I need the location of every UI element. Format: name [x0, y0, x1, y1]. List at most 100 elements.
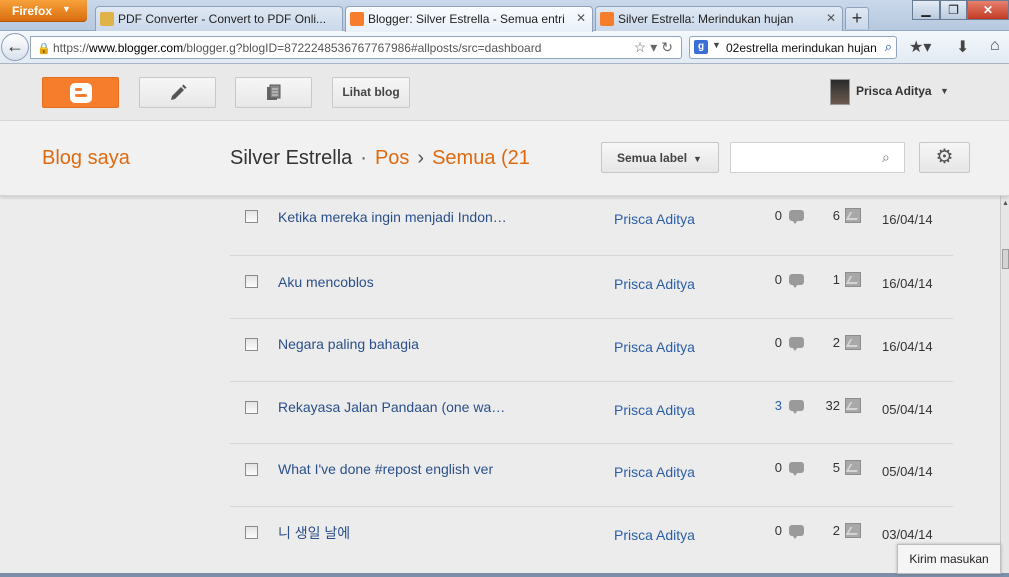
close-window-button[interactable]: ✕	[967, 0, 1009, 20]
close-tab-icon[interactable]: ✕	[826, 11, 836, 25]
blogger-favicon-icon	[350, 12, 364, 26]
comment-count: 0	[774, 208, 782, 223]
comment-count-link[interactable]: 3	[768, 398, 782, 413]
bookmark-star-icon[interactable]: ☆▾↻	[634, 39, 677, 56]
search-icon[interactable]: ⌕	[882, 149, 890, 166]
stats-icon	[845, 398, 861, 413]
arrow-left-icon: ←	[6, 36, 24, 56]
breadcrumb-all-posts: Semua (21	[432, 147, 530, 169]
comment-icon	[789, 462, 804, 476]
google-search-engine-icon[interactable]: g	[694, 40, 708, 54]
chevron-down-icon[interactable]: ▼	[712, 40, 721, 50]
view-count: 6	[832, 208, 840, 223]
comment-icon	[789, 525, 804, 539]
row-checkbox[interactable]	[245, 526, 258, 539]
document-favicon-icon	[100, 12, 114, 26]
post-author-link[interactable]: Prisca Aditya	[614, 402, 695, 418]
browser-search-field[interactable]: g ▼ 02estrella merindukan hujan ⌕	[689, 36, 897, 59]
label-filter-dropdown[interactable]: Semua label ▼	[601, 142, 719, 173]
documents-icon	[266, 84, 280, 100]
post-title-link[interactable]: Aku mencoblos	[278, 274, 374, 290]
post-date: 16/04/14	[882, 339, 933, 354]
browser-nav-bar: ← 🔒 https://www.blogger.com/blogger.g?bl…	[0, 31, 1009, 64]
tab-pdf-converter[interactable]: PDF Converter - Convert to PDF Onli...	[95, 6, 343, 31]
search-query: 02estrella merindukan hujan	[726, 41, 877, 55]
scroll-up-icon[interactable]: ▲	[1002, 200, 1009, 207]
post-date: 03/04/14	[882, 527, 933, 542]
post-title-link[interactable]: Rekayasa Jalan Pandaan (one wa…	[278, 399, 505, 415]
post-author-link[interactable]: Prisca Aditya	[614, 339, 695, 355]
table-row: Negara paling bahagia Prisca Aditya 0 2 …	[230, 320, 953, 382]
row-checkbox[interactable]	[245, 463, 258, 476]
blogger-subheader: Blog saya Silver Estrella · Pos › Semua (21 …	[0, 121, 1009, 196]
comment-icon	[789, 400, 804, 414]
comment-icon	[789, 337, 804, 351]
stats-icon	[845, 335, 861, 350]
comment-count: 0	[774, 523, 782, 538]
url-prefix: https://	[53, 41, 90, 55]
firefox-menu-button[interactable]: Firefox ▼	[0, 0, 87, 22]
tab-label: PDF Converter - Convert to PDF Onli...	[118, 12, 327, 26]
bookmarks-menu-icon[interactable]: ★▾	[909, 37, 931, 57]
row-checkbox[interactable]	[245, 210, 258, 223]
url-host: www.blogger.com	[89, 41, 184, 55]
back-button[interactable]: ←	[1, 33, 29, 61]
table-row: What I've done #repost english ver Prisc…	[230, 445, 953, 507]
scrollbar-thumb[interactable]	[1002, 249, 1009, 269]
post-search-input[interactable]	[730, 142, 905, 173]
view-count: 2	[832, 523, 840, 538]
breadcrumb-arrow: ›	[417, 147, 425, 169]
gear-icon: ⚙	[935, 146, 954, 168]
page-scrollbar[interactable]: ▲	[1000, 196, 1009, 577]
blogger-home-button[interactable]	[42, 77, 119, 108]
address-bar[interactable]: 🔒 https://www.blogger.com/blogger.g?blog…	[30, 36, 682, 59]
comment-count: 0	[774, 460, 782, 475]
post-title-link[interactable]: What I've done #repost english ver	[278, 461, 493, 477]
taskbar-edge	[0, 573, 1009, 577]
chevron-down-icon: ▼	[62, 4, 71, 14]
post-author-link[interactable]: Prisca Aditya	[614, 211, 695, 227]
label-filter-value: Semua label	[617, 151, 688, 165]
close-tab-icon[interactable]: ✕	[576, 11, 586, 25]
tab-silver-estrella[interactable]: Silver Estrella: Merindukan hujan ✕	[595, 6, 843, 31]
blog-name[interactable]: Silver Estrella	[230, 147, 352, 169]
post-author-link[interactable]: Prisca Aditya	[614, 464, 695, 480]
tab-blogger-posts[interactable]: Blogger: Silver Estrella - Semua entri ✕	[345, 6, 593, 32]
home-icon[interactable]: ⌂	[990, 37, 1000, 55]
post-date: 16/04/14	[882, 212, 933, 227]
chevron-down-icon[interactable]: ▼	[940, 86, 949, 96]
user-name[interactable]: Prisca Aditya	[856, 84, 932, 98]
breadcrumb-posts[interactable]: Pos	[375, 147, 409, 169]
settings-button[interactable]: ⚙	[919, 142, 970, 173]
row-checkbox[interactable]	[245, 401, 258, 414]
avatar[interactable]	[830, 79, 850, 105]
view-count: 32	[825, 398, 840, 413]
post-title-link[interactable]: Negara paling bahagia	[278, 336, 419, 352]
send-feedback-button[interactable]: Kirim masukan	[897, 544, 1001, 574]
downloads-icon[interactable]: ⬇	[956, 37, 969, 57]
search-icon[interactable]: ⌕	[885, 39, 892, 55]
view-blog-button[interactable]: Lihat blog	[332, 77, 410, 108]
row-checkbox[interactable]	[245, 338, 258, 351]
post-author-link[interactable]: Prisca Aditya	[614, 527, 695, 543]
tab-label: Blogger: Silver Estrella - Semua entri	[368, 12, 565, 26]
post-title-link[interactable]: 니 생일 날에	[278, 523, 350, 543]
stats-icon	[845, 460, 861, 475]
table-row: Rekayasa Jalan Pandaan (one wa… Prisca A…	[230, 382, 953, 444]
firefox-menu-label: Firefox	[12, 4, 53, 18]
post-author-link[interactable]: Prisca Aditya	[614, 276, 695, 292]
post-date: 05/04/14	[882, 464, 933, 479]
row-checkbox[interactable]	[245, 275, 258, 288]
post-title-link[interactable]: Ketika mereka ingin menjadi Indon…	[278, 209, 507, 225]
view-count: 5	[832, 460, 840, 475]
posts-list-button[interactable]	[235, 77, 312, 108]
chevron-down-icon: ▼	[693, 154, 702, 164]
minimize-window-button[interactable]: ▁	[912, 0, 940, 20]
stats-icon	[845, 272, 861, 287]
comment-count: 0	[774, 272, 782, 287]
new-tab-button[interactable]: +	[845, 7, 869, 29]
post-list: Ketika mereka ingin menjadi Indon… Prisc…	[0, 196, 1000, 577]
new-post-button[interactable]	[139, 77, 216, 108]
my-blogs-link[interactable]: Blog saya	[42, 147, 130, 170]
maximize-window-button[interactable]: ❐	[940, 0, 967, 20]
